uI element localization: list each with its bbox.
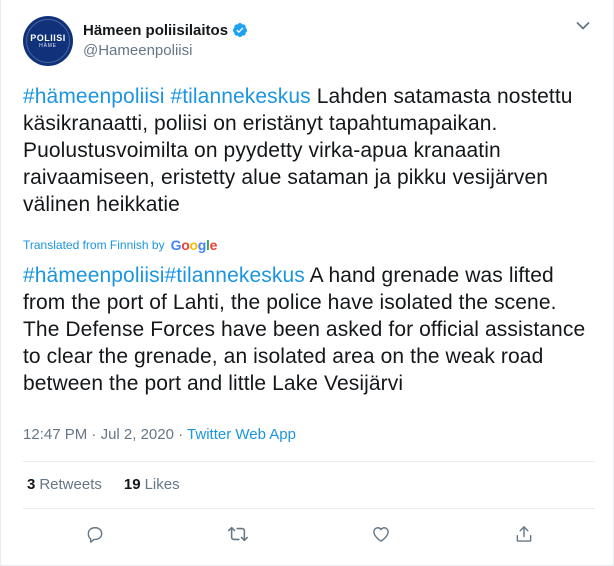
tweet-source-link[interactable]: Twitter Web App bbox=[187, 426, 296, 443]
share-icon[interactable] bbox=[509, 519, 539, 549]
avatar-ring bbox=[26, 19, 70, 63]
like-icon[interactable] bbox=[366, 519, 396, 549]
verified-badge-icon bbox=[232, 22, 248, 38]
likes-count: 19 bbox=[123, 476, 141, 493]
retweets-label: Retweets bbox=[39, 476, 102, 493]
google-logo: Google bbox=[170, 237, 218, 253]
avatar-text-line2: HÄME bbox=[39, 42, 57, 49]
translation-attribution: Translated from Finnish by Google bbox=[23, 236, 217, 254]
tweet-card: POLIISI HÄME Hämeen poliisilaitos @Hamee… bbox=[0, 0, 614, 566]
tweet-stats: 3 Retweets 19 Likes bbox=[27, 476, 180, 493]
avatar[interactable]: POLIISI HÄME bbox=[23, 16, 73, 66]
tweet-meta: 12:47 PM · Jul 2, 2020 · Twitter Web App bbox=[23, 426, 296, 443]
divider bbox=[23, 461, 595, 462]
divider bbox=[23, 508, 595, 509]
author-display-name[interactable]: Hämeen poliisilaitos bbox=[83, 22, 228, 39]
author-handle[interactable]: @Hameenpoliisi bbox=[83, 42, 248, 59]
hashtag-link[interactable]: #hämeenpoliisi bbox=[23, 264, 165, 287]
tweet-time[interactable]: 12:47 PM bbox=[23, 426, 87, 443]
tweet-date[interactable]: Jul 2, 2020 bbox=[101, 426, 174, 443]
author-names: Hämeen poliisilaitos @Hameenpoliisi bbox=[83, 20, 248, 59]
tweet-original-text: #hämeenpoliisi #tilannekeskus Lahden sat… bbox=[23, 83, 595, 218]
likes-label: Likes bbox=[144, 476, 180, 493]
reply-icon[interactable] bbox=[80, 519, 110, 549]
translation-label: Translated from Finnish by bbox=[23, 238, 165, 252]
tweet-actions bbox=[23, 518, 595, 550]
hashtag-link[interactable]: #hämeenpoliisi bbox=[23, 85, 165, 108]
retweets-stat[interactable]: 3 Retweets bbox=[27, 476, 102, 493]
tweet-header: POLIISI HÄME Hämeen poliisilaitos @Hamee… bbox=[23, 16, 597, 68]
retweets-count: 3 bbox=[27, 476, 36, 493]
retweet-icon[interactable] bbox=[223, 519, 253, 549]
tweet-translated-text: #hämeenpoliisi#tilannekeskus A hand gren… bbox=[23, 262, 595, 397]
meta-separator: · bbox=[91, 426, 97, 443]
chevron-down-icon[interactable] bbox=[573, 16, 593, 36]
hashtag-link[interactable]: #tilannekeskus bbox=[165, 264, 305, 287]
hashtag-link[interactable]: #tilannekeskus bbox=[170, 85, 310, 108]
likes-stat[interactable]: 19 Likes bbox=[124, 476, 180, 493]
author-display-name-row[interactable]: Hämeen poliisilaitos bbox=[83, 20, 248, 40]
meta-separator: · bbox=[178, 426, 184, 443]
